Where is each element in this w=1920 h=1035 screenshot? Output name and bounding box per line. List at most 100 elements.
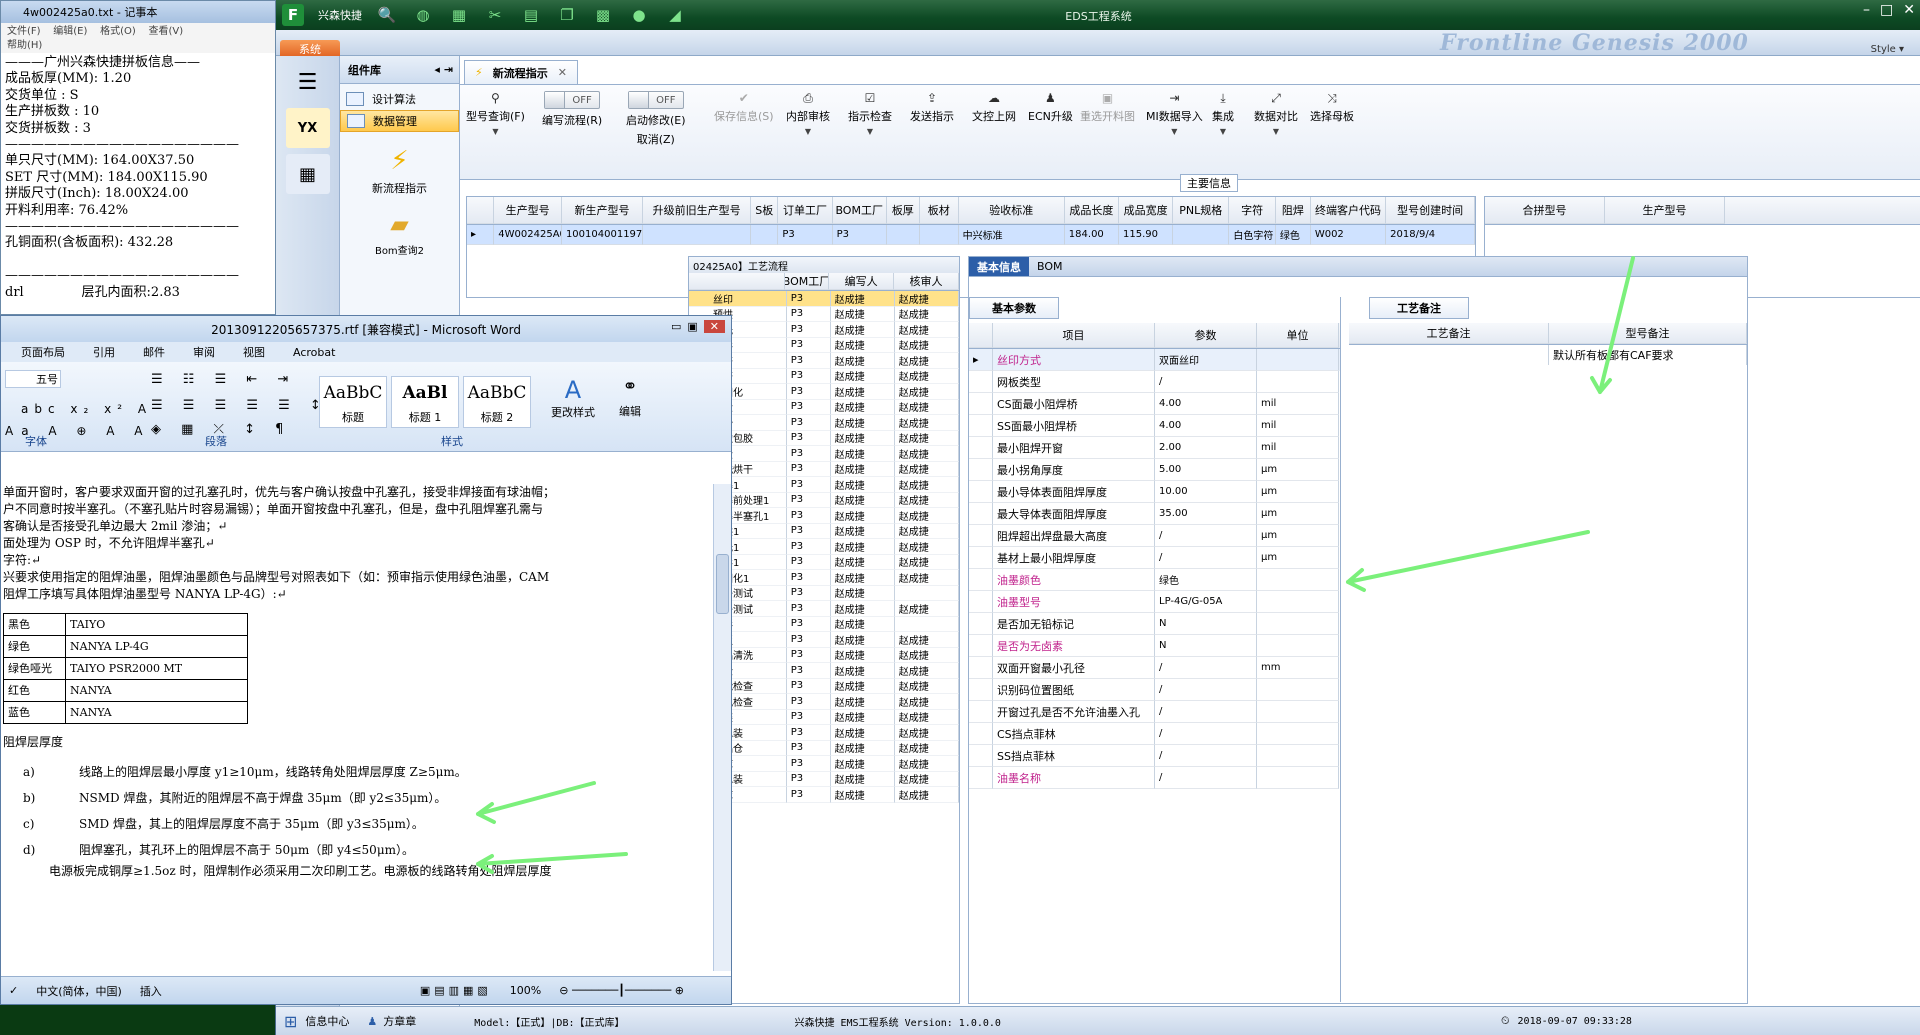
- param-value[interactable]: 35.00: [1155, 503, 1257, 525]
- param-value[interactable]: /: [1155, 679, 1257, 701]
- col-header[interactable]: 型号备注: [1549, 323, 1747, 344]
- change-style-button[interactable]: A 更改样式: [551, 376, 595, 420]
- col-header[interactable]: 单位: [1257, 323, 1339, 348]
- menu-icon[interactable]: ☰: [286, 62, 330, 102]
- param-row[interactable]: 开窗过孔是否不允许油墨入孔 /: [969, 701, 1340, 723]
- font-format-icons[interactable]: abc x₂ x² A: [21, 402, 152, 416]
- param-row[interactable]: 双面开窗最小孔径 / mm: [969, 657, 1340, 679]
- edit-flow-toggle[interactable]: OFF 编写流程(R): [542, 91, 602, 128]
- param-value[interactable]: 10.00: [1155, 481, 1257, 503]
- notepad-text[interactable]: ———广州兴森快捷拼板信息—— 成品板厚(MM): 1.20 交货单位 : S …: [1, 53, 275, 303]
- menu-file[interactable]: 文件(F): [7, 26, 41, 37]
- param-title[interactable]: 基本参数: [969, 297, 1059, 319]
- param-row[interactable]: 油墨名称 /: [969, 767, 1340, 789]
- choose-mother-button[interactable]: ⤨ 选择母板: [1310, 91, 1354, 124]
- minimize-icon[interactable]: ▭: [671, 320, 681, 333]
- param-value[interactable]: 4.00: [1155, 393, 1257, 415]
- view-icons[interactable]: ▣▤▥▦▧: [420, 984, 492, 997]
- style-menu[interactable]: Style ▾: [1871, 44, 1904, 55]
- param-row[interactable]: 最大导体表面阻焊厚度 35.00 μm: [969, 503, 1340, 525]
- col-header[interactable]: 板材: [919, 197, 959, 224]
- zoom-slider[interactable]: ⊖ ───────┃─────── ⊕: [559, 984, 684, 997]
- col-header[interactable]: 核审人: [894, 273, 959, 290]
- param-row[interactable]: SS面最小阻焊桥 4.00 mil: [969, 415, 1340, 437]
- menu-format[interactable]: 格式(O): [100, 26, 136, 37]
- param-value[interactable]: LP-4G/G-05A: [1155, 591, 1257, 613]
- col-header[interactable]: 升级前旧生产型号: [643, 197, 752, 224]
- param-row[interactable]: 基材上最小阻焊厚度 / μm: [969, 547, 1340, 569]
- col-header[interactable]: 生产型号: [1605, 197, 1725, 224]
- instruction-check-button[interactable]: ☑ 指示检查 ▼: [848, 91, 892, 136]
- col-header[interactable]: 新生产型号: [561, 197, 644, 224]
- col-header[interactable]: 工艺备注: [1349, 323, 1549, 344]
- language-status[interactable]: 中文(简体，中国): [36, 983, 122, 999]
- param-row[interactable]: 最小阻焊开窗 2.00 mil: [969, 437, 1340, 459]
- param-row[interactable]: 是否加无铅标记 N: [969, 613, 1340, 635]
- col-header[interactable]: 板厚: [886, 197, 920, 224]
- toggle-switch[interactable]: OFF: [544, 91, 601, 109]
- col-header[interactable]: 参数: [1155, 323, 1257, 348]
- toggle-switch[interactable]: OFF: [627, 91, 684, 109]
- param-value[interactable]: 4.00: [1155, 415, 1257, 437]
- col-header[interactable]: PNL规格: [1173, 197, 1230, 224]
- param-value[interactable]: /: [1155, 701, 1257, 723]
- param-value[interactable]: /: [1155, 525, 1257, 547]
- table-row[interactable]: ▸4W002425A010010400119778 P3P3 中兴标准184.001…: [467, 225, 1475, 245]
- param-row[interactable]: CS面最小阻焊桥 4.00 mil: [969, 393, 1340, 415]
- start-modify-toggle[interactable]: OFF 启动修改(E) 取消(Z): [626, 91, 686, 147]
- tb-label[interactable]: 取消(Z): [637, 131, 675, 147]
- param-row[interactable]: 油墨型号 LP-4G/G-05A: [969, 591, 1340, 613]
- param-row[interactable]: 最小导体表面阻焊厚度 10.00 μm: [969, 481, 1340, 503]
- maximize-icon[interactable]: □: [1880, 2, 1893, 18]
- zoom-level[interactable]: 100%: [510, 984, 541, 997]
- tool-new-flow[interactable]: ⚡ 新流程指示: [340, 146, 459, 196]
- style-heading2[interactable]: AaBbC 标题 2: [463, 376, 531, 428]
- file-upload-button[interactable]: ☁ 文控上网: [972, 91, 1016, 124]
- param-row[interactable]: SS挡点菲林 /: [969, 745, 1340, 767]
- close-icon[interactable]: ✕: [1903, 2, 1915, 18]
- minimize-icon[interactable]: –: [1863, 2, 1870, 18]
- param-value[interactable]: /: [1155, 767, 1257, 789]
- windows-icon[interactable]: ⊞: [284, 1012, 297, 1031]
- param-row[interactable]: 网板类型 /: [969, 371, 1340, 393]
- col-header[interactable]: 生产型号: [494, 197, 562, 224]
- menu-edit[interactable]: 编辑(E): [53, 26, 87, 37]
- yx-module-icon[interactable]: YX: [285, 108, 330, 148]
- col-header[interactable]: BOM工厂: [832, 197, 887, 224]
- col-header[interactable]: 终端客户代码: [1310, 197, 1387, 224]
- param-value[interactable]: /: [1155, 547, 1257, 569]
- menu-help[interactable]: 帮助(H): [7, 40, 42, 51]
- font-size-select[interactable]: 五号: [5, 370, 61, 388]
- regen-drawing-button[interactable]: ▣ 重选开料图: [1080, 91, 1135, 124]
- send-instruction-button[interactable]: ⇪ 发送指示: [910, 91, 954, 124]
- col-header[interactable]: 型号创建时间: [1386, 197, 1475, 224]
- param-value[interactable]: /: [1155, 371, 1257, 393]
- word-tab[interactable]: 审阅: [193, 344, 215, 360]
- maximize-icon[interactable]: ▣: [687, 320, 697, 333]
- word-page[interactable]: 单面开窗时，客户要求双面开窗的过孔塞孔时，优先与客户确认按盘中孔塞孔，接受非焊接…: [1, 484, 711, 971]
- param-value[interactable]: 绿色: [1155, 569, 1257, 591]
- param-row[interactable]: CS挡点菲林 /: [969, 723, 1340, 745]
- list-item[interactable]: 丝印 P3 赵成捷 赵成捷: [689, 291, 959, 307]
- style-heading1[interactable]: AaBl 标题 1: [391, 376, 459, 428]
- param-value[interactable]: N: [1155, 635, 1257, 657]
- integrate-button[interactable]: ⤓ 集成 ▼: [1212, 91, 1234, 136]
- internal-review-button[interactable]: ⎙ 内部审核 ▼: [786, 91, 830, 136]
- model-query-button[interactable]: ⚲ 型号查询(F) ▼: [466, 91, 525, 136]
- save-info-button[interactable]: ✔ 保存信息(S): [714, 91, 774, 124]
- ecn-upgrade-button[interactable]: ♟ ECN升级: [1028, 91, 1073, 124]
- col-header[interactable]: 字符: [1229, 197, 1276, 224]
- col-header[interactable]: 项目: [993, 323, 1155, 348]
- close-icon[interactable]: ✕: [703, 320, 725, 333]
- lib-item-data-mgmt[interactable]: 数据管理: [340, 110, 459, 132]
- data-compare-button[interactable]: ⤢ 数据对比 ▼: [1254, 91, 1298, 136]
- param-value[interactable]: 2.00: [1155, 437, 1257, 459]
- check-icon[interactable]: ✓: [9, 984, 18, 997]
- calculator-icon[interactable]: ▦: [285, 154, 330, 194]
- col-header[interactable]: 验收标准: [958, 197, 1065, 224]
- info-center-link[interactable]: 信息中心: [305, 1013, 349, 1029]
- param-row[interactable]: 油墨颜色 绿色: [969, 569, 1340, 591]
- col-header[interactable]: 编写人: [829, 273, 895, 290]
- word-tab[interactable]: 视图: [243, 344, 265, 360]
- word-tab[interactable]: 页面布局: [21, 344, 65, 360]
